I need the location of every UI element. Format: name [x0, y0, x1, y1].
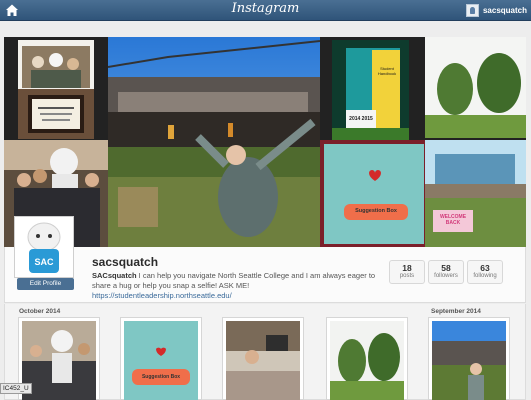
mosaic-photo-group[interactable] — [18, 40, 94, 89]
mosaic-photo-trees[interactable] — [425, 37, 526, 138]
handbook-years: 2014 2015 — [349, 116, 373, 122]
stat-posts-label: posts — [399, 273, 415, 279]
welcome-back-banner: WELCOME BACK — [439, 214, 467, 226]
card-sign-text: Suggestion Box — [141, 374, 181, 380]
stat-following-label: following — [473, 273, 497, 279]
profile-photo-mosaic: Student Handbook 2014 2015 Suggestion Bo… — [4, 37, 526, 247]
feed-card-suggestion-box[interactable]: Suggestion Box — [120, 317, 202, 400]
stat-following[interactable]: 63 following — [467, 260, 503, 284]
month-label-october: October 2014 — [19, 308, 61, 315]
user-avatar-icon — [465, 3, 479, 17]
profile-username: sacsquatch — [92, 255, 159, 269]
profile-bio: SACsquatch I can help you navigate North… — [92, 271, 382, 301]
mosaic-photo-handbook[interactable]: Student Handbook 2014 2015 — [332, 40, 409, 140]
suggestion-box-sign: Suggestion Box — [355, 208, 397, 214]
corner-label: IC452_U — [0, 383, 32, 394]
edit-profile-button[interactable]: Edit Profile — [17, 278, 74, 290]
handbook-title: Student Handbook — [377, 66, 397, 76]
brand-logo[interactable]: Instagram — [0, 1, 531, 16]
stat-posts-count: 18 — [402, 263, 412, 273]
profile-avatar: SAC — [14, 216, 74, 278]
current-user-menu[interactable]: sacsquatch — [465, 2, 527, 18]
feed-card-campus-selfie[interactable] — [428, 317, 510, 400]
stat-following-count: 63 — [480, 263, 490, 273]
feed-card-office[interactable] — [222, 317, 304, 400]
mosaic-photo-welcome-back[interactable]: WELCOME BACK — [425, 140, 526, 247]
mosaic-photo-campus-selfie[interactable] — [108, 37, 320, 247]
month-label-september: September 2014 — [431, 308, 481, 315]
avatar-shirt-text: SAC — [34, 257, 54, 267]
profile-stats: 18 posts 58 followers 63 following — [389, 260, 506, 284]
feed-card-trees[interactable] — [326, 317, 408, 400]
bio-link[interactable]: https://studentleadership.northseattle.e… — [92, 291, 232, 300]
top-bar: Instagram sacsquatch — [0, 0, 531, 21]
mosaic-photo-certificate[interactable] — [18, 89, 94, 139]
mosaic-photo-suggestion-box[interactable]: Suggestion Box — [320, 140, 425, 247]
current-username: sacsquatch — [482, 5, 527, 15]
stat-followers[interactable]: 58 followers — [428, 260, 464, 284]
stat-posts[interactable]: 18 posts — [389, 260, 425, 284]
stat-followers-label: followers — [434, 273, 458, 279]
stat-followers-count: 58 — [441, 263, 451, 273]
bio-name: SACsquatch — [92, 271, 137, 280]
